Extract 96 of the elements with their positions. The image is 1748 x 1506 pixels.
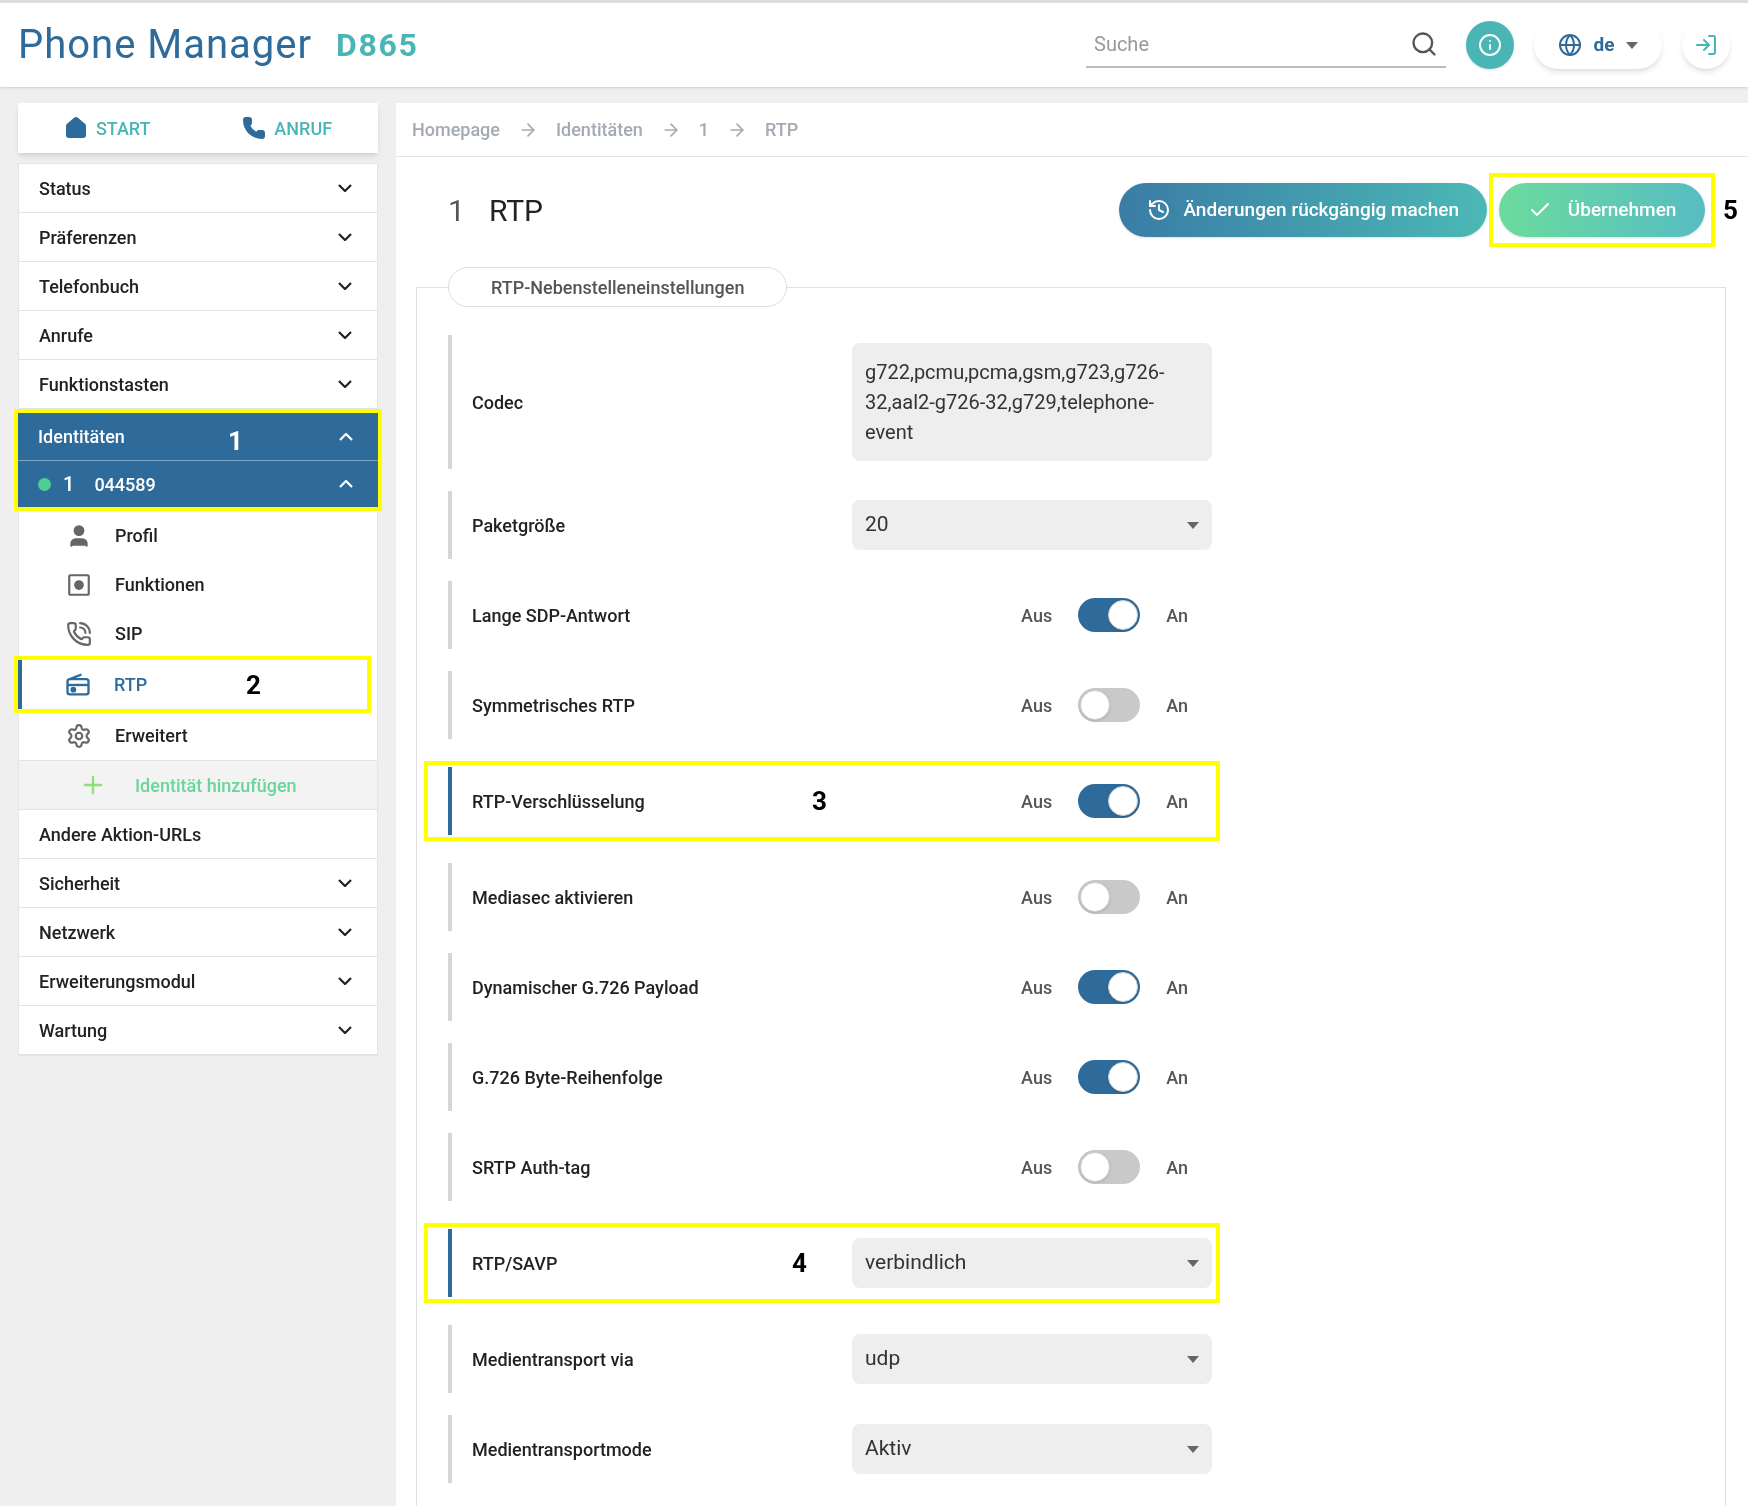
chevron-down-icon	[338, 977, 352, 985]
page-number: 1	[448, 191, 465, 230]
sidebar-subitem[interactable]: Erweitert	[19, 711, 377, 760]
sidebar-subitem[interactable]: RTP 2	[18, 660, 367, 709]
caret-icon	[1187, 1355, 1199, 1363]
chevron-down-icon	[338, 1026, 352, 1034]
sidebar-subitem[interactable]: Profil	[19, 511, 377, 560]
on-label: An	[1166, 1155, 1188, 1180]
sidebar-item[interactable]: Andere Aktion-URLs	[19, 810, 377, 859]
select-field[interactable]: Aktiv	[852, 1424, 1212, 1474]
setting-label: Symmetrisches RTP	[472, 693, 636, 718]
sidebar-item[interactable]: Funktionstasten	[19, 360, 377, 409]
sidebar-item[interactable]: Telefonbuch	[19, 262, 377, 311]
phone-icon	[66, 620, 92, 647]
toggle-switch[interactable]	[1078, 688, 1141, 722]
globe-icon	[1557, 33, 1582, 57]
chevron-up-icon	[339, 480, 353, 488]
on-label: An	[1166, 975, 1188, 1000]
toggle-switch[interactable]	[1078, 1060, 1141, 1094]
on-label: An	[1166, 789, 1188, 814]
toggle-switch[interactable]	[1078, 784, 1141, 818]
off-label: Aus	[1021, 885, 1053, 910]
on-label: An	[1166, 885, 1188, 910]
select-field[interactable]: 20	[852, 500, 1212, 550]
caret-icon	[1187, 1445, 1199, 1453]
off-label: Aus	[1021, 975, 1053, 1000]
callout-number: 4	[792, 1250, 807, 1276]
sidebar-item[interactable]: Netzwerk	[19, 908, 377, 957]
on-label: An	[1166, 603, 1188, 628]
off-label: Aus	[1021, 789, 1053, 814]
sidebar-item[interactable]: Wartung	[19, 1006, 377, 1055]
setting-label: G.726 Byte-Reihenfolge	[472, 1065, 664, 1090]
home-icon	[63, 116, 88, 140]
caret-icon	[1187, 521, 1199, 529]
identity-row[interactable]: 1 044589	[18, 461, 378, 507]
chevron-down-icon	[338, 282, 352, 290]
chevron-down-icon	[338, 233, 352, 241]
info-button[interactable]	[1466, 21, 1514, 69]
setting-label: SRTP Auth-tag	[472, 1155, 592, 1180]
setting-label: Mediasec aktivieren	[472, 885, 635, 910]
chevron-down-icon	[338, 184, 352, 192]
history-icon	[1147, 198, 1172, 222]
sidebar-item[interactable]: Identitäten 1	[18, 413, 378, 461]
sidebar-item[interactable]: Status	[19, 164, 377, 213]
callout-number: 3	[812, 788, 827, 814]
off-label: Aus	[1021, 1155, 1053, 1180]
toggle-switch[interactable]	[1078, 970, 1141, 1004]
off-label: Aus	[1021, 603, 1053, 628]
language-button[interactable]: de	[1534, 21, 1662, 69]
chevron-down-icon	[338, 380, 352, 388]
gear-box-icon	[66, 571, 92, 598]
sidebar-item[interactable]: Anrufe	[19, 311, 377, 360]
app-title: Phone Manager	[18, 20, 313, 70]
identity-number: 1	[63, 471, 75, 498]
page-title: RTP	[488, 191, 543, 230]
identity-account: 044589	[94, 472, 156, 497]
logout-icon	[1694, 33, 1718, 57]
setting-label: RTP/SAVP	[472, 1251, 559, 1276]
toggle-switch[interactable]	[1078, 598, 1141, 632]
sidebar-item[interactable]: Präferenzen	[19, 213, 377, 262]
on-label: An	[1166, 693, 1188, 718]
callout-number: 2	[246, 671, 261, 698]
phone-icon	[242, 116, 267, 140]
chevron-up-icon	[339, 432, 353, 441]
gear-icon	[66, 722, 92, 749]
callout-number: 5	[1723, 197, 1738, 223]
setting-label: Paketgröße	[472, 513, 567, 538]
setting-label: Medientransportmode	[472, 1437, 653, 1462]
setting-label: Medientransport via	[472, 1347, 635, 1372]
off-label: Aus	[1021, 1065, 1053, 1090]
codec-field[interactable]: g722,pcmu,pcma,gsm,g723,g726-32,aal2-g726-32,g729,telephone-event	[852, 343, 1212, 461]
search-field[interactable]: Suche	[1094, 24, 1410, 64]
chevron-down-icon	[338, 928, 352, 936]
setting-label: Lange SDP-Antwort	[472, 603, 632, 628]
chevron-down-icon	[338, 879, 352, 887]
search-icon	[1410, 30, 1438, 58]
model-name: D865	[336, 25, 419, 66]
toggle-switch[interactable]	[1078, 880, 1141, 914]
select-field[interactable]: udp	[852, 1334, 1212, 1384]
sidebar-item[interactable]: Erweiterungsmodul	[19, 957, 377, 1006]
off-label: Aus	[1021, 693, 1053, 718]
logout-button[interactable]	[1682, 21, 1730, 69]
on-label: An	[1166, 1065, 1188, 1090]
toggle-switch[interactable]	[1078, 1150, 1141, 1184]
chevron-down-icon	[338, 331, 352, 339]
sidebar-subitem[interactable]: Funktionen	[19, 560, 377, 609]
setting-label: Dynamischer G.726 Payload	[472, 975, 700, 1000]
select-field[interactable]: verbindlich	[852, 1238, 1212, 1288]
callout-number: 1	[228, 427, 243, 454]
caret-icon	[1187, 1259, 1199, 1267]
sidebar-item[interactable]: Sicherheit	[19, 859, 377, 908]
info-icon	[1478, 33, 1502, 57]
setting-label: Codec	[472, 390, 525, 415]
sidebar-subitem[interactable]: SIP	[19, 609, 377, 658]
caret-icon	[1626, 41, 1639, 49]
setting-label: RTP-Verschlüsselung	[472, 789, 646, 814]
